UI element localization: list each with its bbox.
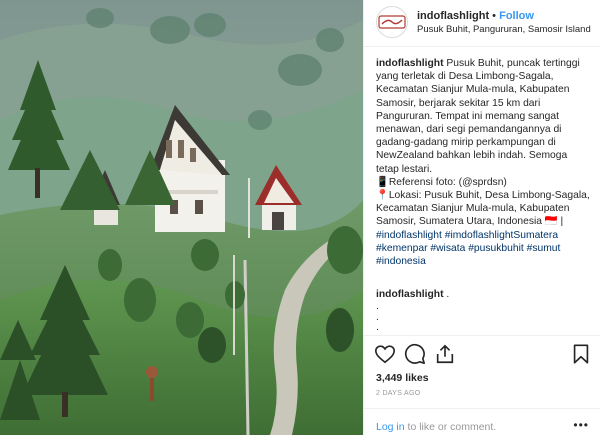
comment-dot: . (376, 301, 379, 312)
login-link[interactable]: Log in (376, 421, 405, 433)
caption-reference: 📱Referensi foto: (@sprdsn) (376, 176, 507, 188)
comment-row: indoflashlight . (376, 288, 449, 301)
hashtag-link[interactable]: #imdoflashlightSumatera (445, 230, 558, 241)
comment-dot: . (376, 322, 379, 333)
caption-location-text: 📍Lokasi: Pusuk Buhit, Desa Limbong-Sagal… (376, 190, 590, 228)
share-icon[interactable] (434, 343, 456, 365)
heart-icon[interactable] (374, 343, 396, 365)
likes-count[interactable]: 3,449 likes (376, 372, 429, 384)
hashtag-link[interactable]: #pusukbuhit (468, 243, 524, 254)
login-prompt-text: to like or comment. (404, 421, 497, 433)
comment-continuation: . . . (376, 301, 379, 334)
comment-text: . (443, 289, 450, 300)
bookmark-icon[interactable] (570, 343, 592, 365)
comment-icon[interactable] (404, 343, 426, 365)
post-sidebar: indoflashlight • Follow Pusuk Buhit, Pan… (363, 0, 600, 435)
header-username[interactable]: indoflashlight (417, 10, 489, 22)
avatar[interactable] (376, 6, 408, 38)
header-separator: • (492, 10, 497, 22)
brand-logo (378, 15, 406, 29)
caption-username[interactable]: indoflashlight (376, 58, 444, 69)
post-location[interactable]: Pusuk Buhit, Pangururan, Samosir Island (417, 24, 591, 35)
login-prompt: Log in to like or comment. (376, 421, 496, 433)
comment-footer: Log in to like or comment. ••• (364, 408, 600, 435)
header-username-row: indoflashlight • Follow (417, 10, 534, 22)
follow-button[interactable]: Follow (499, 10, 534, 22)
post-header: indoflashlight • Follow Pusuk Buhit, Pan… (364, 0, 600, 47)
hashtag-link[interactable]: #sumut (527, 243, 561, 254)
caption-location-line: 📍Lokasi: Pusuk Buhit, Desa Limbong-Sagal… (376, 189, 592, 268)
comment-username[interactable]: indoflashlight (376, 289, 444, 300)
more-options-icon[interactable]: ••• (573, 418, 589, 432)
hashtag-link[interactable]: #kemenpar (376, 243, 428, 254)
action-bar (364, 335, 600, 370)
caption-body: Pusuk Buhit, puncak tertinggi yang terle… (376, 58, 580, 175)
post-timestamp: 2 DAYS AGO (376, 390, 421, 397)
post-caption: indoflashlight Pusuk Buhit, puncak terti… (376, 57, 592, 268)
hashtag-link[interactable]: #wisata (430, 243, 465, 254)
hashtag-link[interactable]: #indonesia (376, 256, 426, 267)
hashtag-link[interactable]: #indoflashlight (376, 230, 442, 241)
post-photo[interactable] (0, 0, 363, 435)
caption-paragraph: indoflashlight Pusuk Buhit, puncak terti… (376, 57, 592, 176)
